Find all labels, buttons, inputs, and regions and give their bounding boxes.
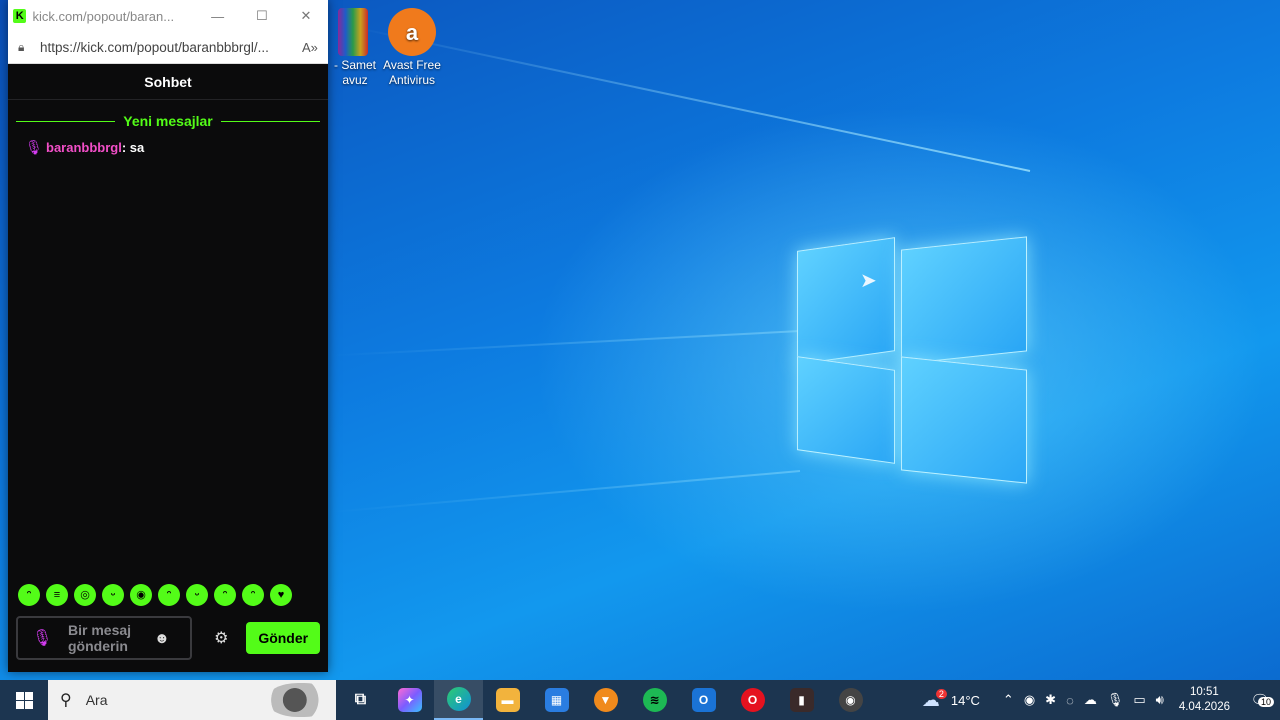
light-ray xyxy=(331,470,801,513)
kick-logo-icon: K xyxy=(13,9,27,23)
taskbar-media-app[interactable]: ▮ xyxy=(777,680,826,720)
chat-input-row: 🎙︎ Bir mesaj gönderin ☻ ⚙ Gönder xyxy=(16,616,320,660)
maximize-button[interactable]: ☐ xyxy=(240,8,284,24)
emote-button[interactable]: ᵔ xyxy=(214,584,236,606)
emote-button[interactable]: ◎ xyxy=(74,584,96,606)
taskbar-file-explorer[interactable]: ▬ xyxy=(483,680,532,720)
new-messages-label: Yeni mesajlar xyxy=(123,113,213,129)
bluetooth-icon[interactable]: ✱ xyxy=(1045,692,1056,708)
lock-icon: 🔒︎ xyxy=(18,40,25,54)
microphone-tray-icon[interactable]: 🎙︎ xyxy=(1107,692,1124,708)
chrome-tray-icon[interactable]: ◉ xyxy=(1024,692,1035,708)
close-button[interactable]: ✕ xyxy=(284,8,328,24)
taskbar-spotify[interactable]: ≋ xyxy=(630,680,679,720)
winrar-icon xyxy=(338,8,368,56)
window-titlebar[interactable]: K kick.com/popout/baran... — ☐ ✕ xyxy=(8,0,328,32)
weather-widget[interactable]: ☁ 2 14°C xyxy=(922,689,980,711)
store-icon: ▦ xyxy=(544,688,569,712)
message-username[interactable]: baranbbbrgl xyxy=(46,140,122,155)
mouse-cursor-icon: ➤ xyxy=(860,270,877,292)
media-app-icon: ▮ xyxy=(789,688,814,712)
taskbar-task-view[interactable]: ⧉ xyxy=(336,680,385,720)
emote-button[interactable]: ♥ xyxy=(270,584,292,606)
brave-icon: ▼ xyxy=(593,688,618,712)
desktop-icon-label: Avast Free xyxy=(383,58,441,72)
chevron-up-icon[interactable]: ⌃ xyxy=(1003,692,1014,708)
clock-time: 10:51 xyxy=(1190,686,1219,698)
weather-alert-badge: 2 xyxy=(935,689,947,699)
divider-line xyxy=(16,120,116,122)
quick-emotes-bar: ᵔ ≡ ◎ ᵕ ◉ ᵔ ᵕ ᵔ ᵔ ♥ xyxy=(18,584,292,606)
message-separator: : xyxy=(121,139,130,155)
windows-logo-pane xyxy=(797,356,895,464)
search-highlight-image xyxy=(266,683,330,717)
task-view-icon: ⧉ xyxy=(354,691,367,708)
message-text: sa xyxy=(129,139,145,155)
network-icon[interactable]: ▭ xyxy=(1133,692,1145,708)
start-button[interactable] xyxy=(0,680,48,720)
emoji-picker-icon[interactable]: ☻ xyxy=(154,630,170,647)
taskbar-outlook[interactable]: O xyxy=(679,680,728,720)
kick-chat-popup-window: K kick.com/popout/baran... — ☐ ✕ 🔒︎ http… xyxy=(8,0,328,672)
chat-message-input[interactable]: 🎙︎ Bir mesaj gönderin ☻ xyxy=(16,616,193,660)
system-tray: ☁ 2 14°C ⌃ ◉ ✱ ◌ ☁ 🎙︎ ▭ 🔊︎ 10:51 4.04.20… xyxy=(922,680,1280,720)
copilot-icon: ✦ xyxy=(397,688,422,712)
windows-logo-pane xyxy=(901,236,1027,365)
read-aloud-icon[interactable]: A» xyxy=(302,40,318,55)
chat-input-placeholder: Bir mesaj gönderin xyxy=(68,622,132,654)
edge-icon: e xyxy=(446,687,471,711)
taskbar-copilot[interactable]: ✦ xyxy=(385,680,434,720)
light-ray xyxy=(330,330,801,357)
chat-settings-gear-icon[interactable]: ⚙ xyxy=(214,628,228,648)
opera-icon: O xyxy=(740,688,765,712)
url-text[interactable]: https://kick.com/popout/baranbbbrgl/... xyxy=(40,40,298,55)
windows-start-icon xyxy=(15,691,33,709)
emote-button[interactable]: ᵕ xyxy=(102,584,124,606)
emote-button[interactable]: ◉ xyxy=(130,584,152,606)
weather-temperature: 14°C xyxy=(950,692,980,708)
outlook-icon: O xyxy=(691,688,716,712)
spotify-icon: ≋ xyxy=(642,688,667,712)
minimize-button[interactable]: — xyxy=(196,9,240,24)
emote-button[interactable]: ᵔ xyxy=(242,584,264,606)
desktop-icon-avast[interactable]: a Avast Free Antivirus xyxy=(375,8,449,88)
emote-button[interactable]: ᵔ xyxy=(18,584,40,606)
taskbar-brave[interactable]: ▼ xyxy=(581,680,630,720)
clock-date: 4.04.2026 xyxy=(1178,701,1230,713)
avast-icon: a xyxy=(388,8,436,56)
desktop-icon-label: Antivirus xyxy=(388,73,435,87)
notification-count: 10 xyxy=(1257,697,1274,707)
search-icon: ⚲ xyxy=(60,692,72,709)
windows-logo-pane xyxy=(901,356,1027,484)
recorder-icon: ◉ xyxy=(838,688,863,712)
folder-icon: ▬ xyxy=(495,688,520,712)
chat-message: 🎙︎ baranbbbrgl : sa xyxy=(8,129,328,155)
taskbar-edge[interactable]: e xyxy=(434,680,483,720)
volume-icon[interactable]: 🔊︎ xyxy=(1156,692,1164,708)
windows-logo-pane xyxy=(797,237,895,365)
send-button[interactable]: Gönder xyxy=(246,622,320,654)
new-messages-divider: Yeni mesajlar xyxy=(8,113,328,129)
emote-button[interactable]: ᵕ xyxy=(186,584,208,606)
search-placeholder: Ara xyxy=(85,692,108,708)
emote-button[interactable]: ᵔ xyxy=(158,584,180,606)
taskbar: ⚲ Ara ⧉ ✦ e ▬ ▦ ▼ ≋ O O ▮ ◉ ☁ 2 14°C ⌃ ◉… xyxy=(0,680,1280,720)
window-title: kick.com/popout/baran... xyxy=(32,8,175,24)
address-bar[interactable]: 🔒︎ https://kick.com/popout/baranbbbrgl/.… xyxy=(8,32,328,64)
microphone-icon: 🎙︎ xyxy=(32,630,53,647)
notification-center-button[interactable]: 🗨︎ 10 xyxy=(1240,691,1280,709)
divider-line xyxy=(220,120,321,122)
taskbar-search-box[interactable]: ⚲ Ara xyxy=(48,680,336,720)
taskbar-opera[interactable]: O xyxy=(728,680,777,720)
emote-button[interactable]: ≡ xyxy=(46,584,68,606)
taskbar-microsoft-store[interactable]: ▦ xyxy=(532,680,581,720)
taskbar-recorder[interactable]: ◉ xyxy=(826,680,875,720)
camera-icon[interactable]: ◌ xyxy=(1066,693,1074,708)
clock[interactable]: 10:51 4.04.2026 xyxy=(1179,685,1230,715)
chat-title: Sohbet xyxy=(8,64,328,100)
cloud-sync-icon[interactable]: ☁ xyxy=(1084,692,1097,708)
microphone-badge-icon: 🎙︎ xyxy=(25,139,43,155)
